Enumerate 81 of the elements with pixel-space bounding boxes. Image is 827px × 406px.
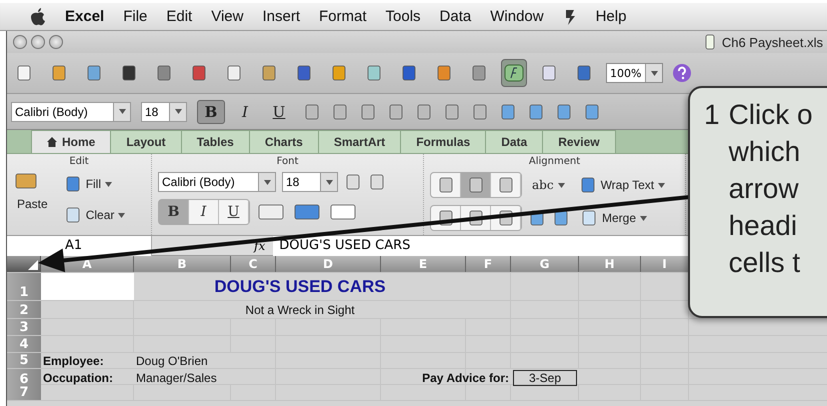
menu-item[interactable]: Tools bbox=[386, 8, 421, 25]
menu-item[interactable]: Edit bbox=[166, 8, 192, 25]
caret-icon bbox=[640, 216, 648, 220]
paste-button[interactable]: Paste bbox=[13, 192, 52, 216]
table-cell-text: Manager/Sales bbox=[135, 370, 218, 387]
dropdown-button[interactable] bbox=[258, 173, 275, 191]
menu-item[interactable]: View bbox=[211, 8, 244, 25]
close-icon[interactable] bbox=[13, 35, 27, 49]
group-title: Alignment bbox=[528, 156, 580, 167]
menu-item[interactable]: File bbox=[123, 8, 148, 25]
caret-icon bbox=[118, 212, 126, 218]
corner-triangle-icon bbox=[28, 260, 38, 270]
bold-button[interactable]: B bbox=[159, 200, 189, 224]
function-icon bbox=[504, 64, 524, 82]
instruction-text: Click o bbox=[728, 98, 813, 132]
menu-item[interactable]: Insert bbox=[262, 8, 300, 25]
select-all-button[interactable] bbox=[7, 256, 41, 272]
menu-item[interactable]: Data bbox=[440, 8, 472, 25]
orientation-button[interactable]: abc bbox=[528, 173, 569, 197]
size-field[interactable]: 18 bbox=[282, 172, 338, 192]
caret-icon bbox=[558, 182, 565, 188]
table-cell-text: Employee: bbox=[42, 353, 105, 368]
clear-button[interactable]: Clear bbox=[60, 203, 130, 227]
ribbon-tab[interactable]: Review bbox=[542, 130, 616, 153]
table-cell-text: Occupation: bbox=[42, 370, 114, 387]
table-cell-text: Not a Wreck in Sight bbox=[244, 302, 356, 318]
zoom-icon[interactable] bbox=[49, 35, 63, 49]
caret-icon bbox=[658, 182, 666, 188]
ribbon-tab[interactable]: SmartArt bbox=[318, 130, 402, 153]
italic-button[interactable]: I bbox=[231, 100, 259, 124]
dropdown-button[interactable] bbox=[113, 102, 130, 120]
ribbon-tab[interactable]: Tables bbox=[180, 130, 250, 153]
active-cell[interactable] bbox=[41, 273, 134, 300]
group-title: Edit bbox=[69, 156, 89, 167]
formula-field[interactable]: DOUG'S USED CARS bbox=[273, 236, 688, 256]
size-field[interactable]: 18 bbox=[141, 102, 187, 122]
formula-builder-button[interactable] bbox=[501, 59, 527, 87]
instruction-text: cells t bbox=[728, 246, 802, 280]
instruction-text: which bbox=[728, 135, 802, 169]
caret-icon bbox=[105, 182, 112, 186]
instruction-text: headi bbox=[728, 209, 798, 243]
italic-button[interactable]: I bbox=[189, 200, 219, 224]
underline-button[interactable]: U bbox=[265, 100, 293, 124]
table-cell-text: Doug O'Brien bbox=[135, 353, 209, 368]
dropdown-button[interactable] bbox=[645, 64, 662, 82]
font-field[interactable]: Calibri (Body) bbox=[11, 102, 131, 122]
ribbon-tab[interactable]: Formulas bbox=[400, 130, 486, 153]
zoom-field[interactable]: 100% bbox=[606, 63, 664, 83]
group-title: Font bbox=[276, 156, 298, 167]
sheet-title: DOUG'S USED CARS bbox=[213, 276, 387, 298]
table-cell-text: Pay Advice for: bbox=[421, 370, 510, 387]
underline-button[interactable]: U bbox=[219, 200, 249, 224]
merge-button[interactable]: Merge bbox=[576, 206, 652, 230]
table-cell: 3-Sep bbox=[513, 370, 577, 386]
home-icon bbox=[47, 137, 57, 147]
align-middle-button[interactable] bbox=[461, 173, 491, 197]
caret-icon bbox=[326, 180, 332, 184]
menu-item[interactable]: Format bbox=[319, 8, 367, 25]
ribbon-tab[interactable]: Data bbox=[485, 130, 544, 153]
ribbon-tab[interactable]: Home bbox=[31, 130, 112, 153]
dropdown-button[interactable] bbox=[320, 173, 337, 191]
fill-button[interactable]: Fill bbox=[60, 172, 130, 196]
wrap-text-button[interactable]: Wrap Text bbox=[574, 173, 670, 197]
help-icon[interactable] bbox=[672, 63, 692, 83]
menu-item[interactable]: Window bbox=[490, 8, 544, 25]
font-field[interactable]: Calibri (Body) bbox=[158, 172, 276, 192]
window-title: Ch6 Paysheet.xls bbox=[722, 34, 823, 50]
minimize-icon[interactable] bbox=[31, 35, 45, 49]
caret-icon bbox=[118, 109, 126, 114]
bold-button[interactable]: B bbox=[197, 100, 225, 124]
instruction-text: arrow bbox=[728, 172, 800, 206]
dropdown-button[interactable] bbox=[169, 102, 186, 120]
menu-app-name[interactable]: Excel bbox=[65, 8, 104, 25]
caret-icon bbox=[264, 180, 270, 184]
ribbon-tab[interactable]: Layout bbox=[110, 130, 182, 153]
caret-icon bbox=[650, 70, 658, 76]
step-number: 1 bbox=[704, 98, 720, 132]
menu-item[interactable]: Help bbox=[596, 8, 626, 25]
apple-icon[interactable] bbox=[30, 8, 46, 26]
caret-icon bbox=[174, 109, 182, 114]
ribbon-tab[interactable]: Charts bbox=[248, 130, 319, 153]
